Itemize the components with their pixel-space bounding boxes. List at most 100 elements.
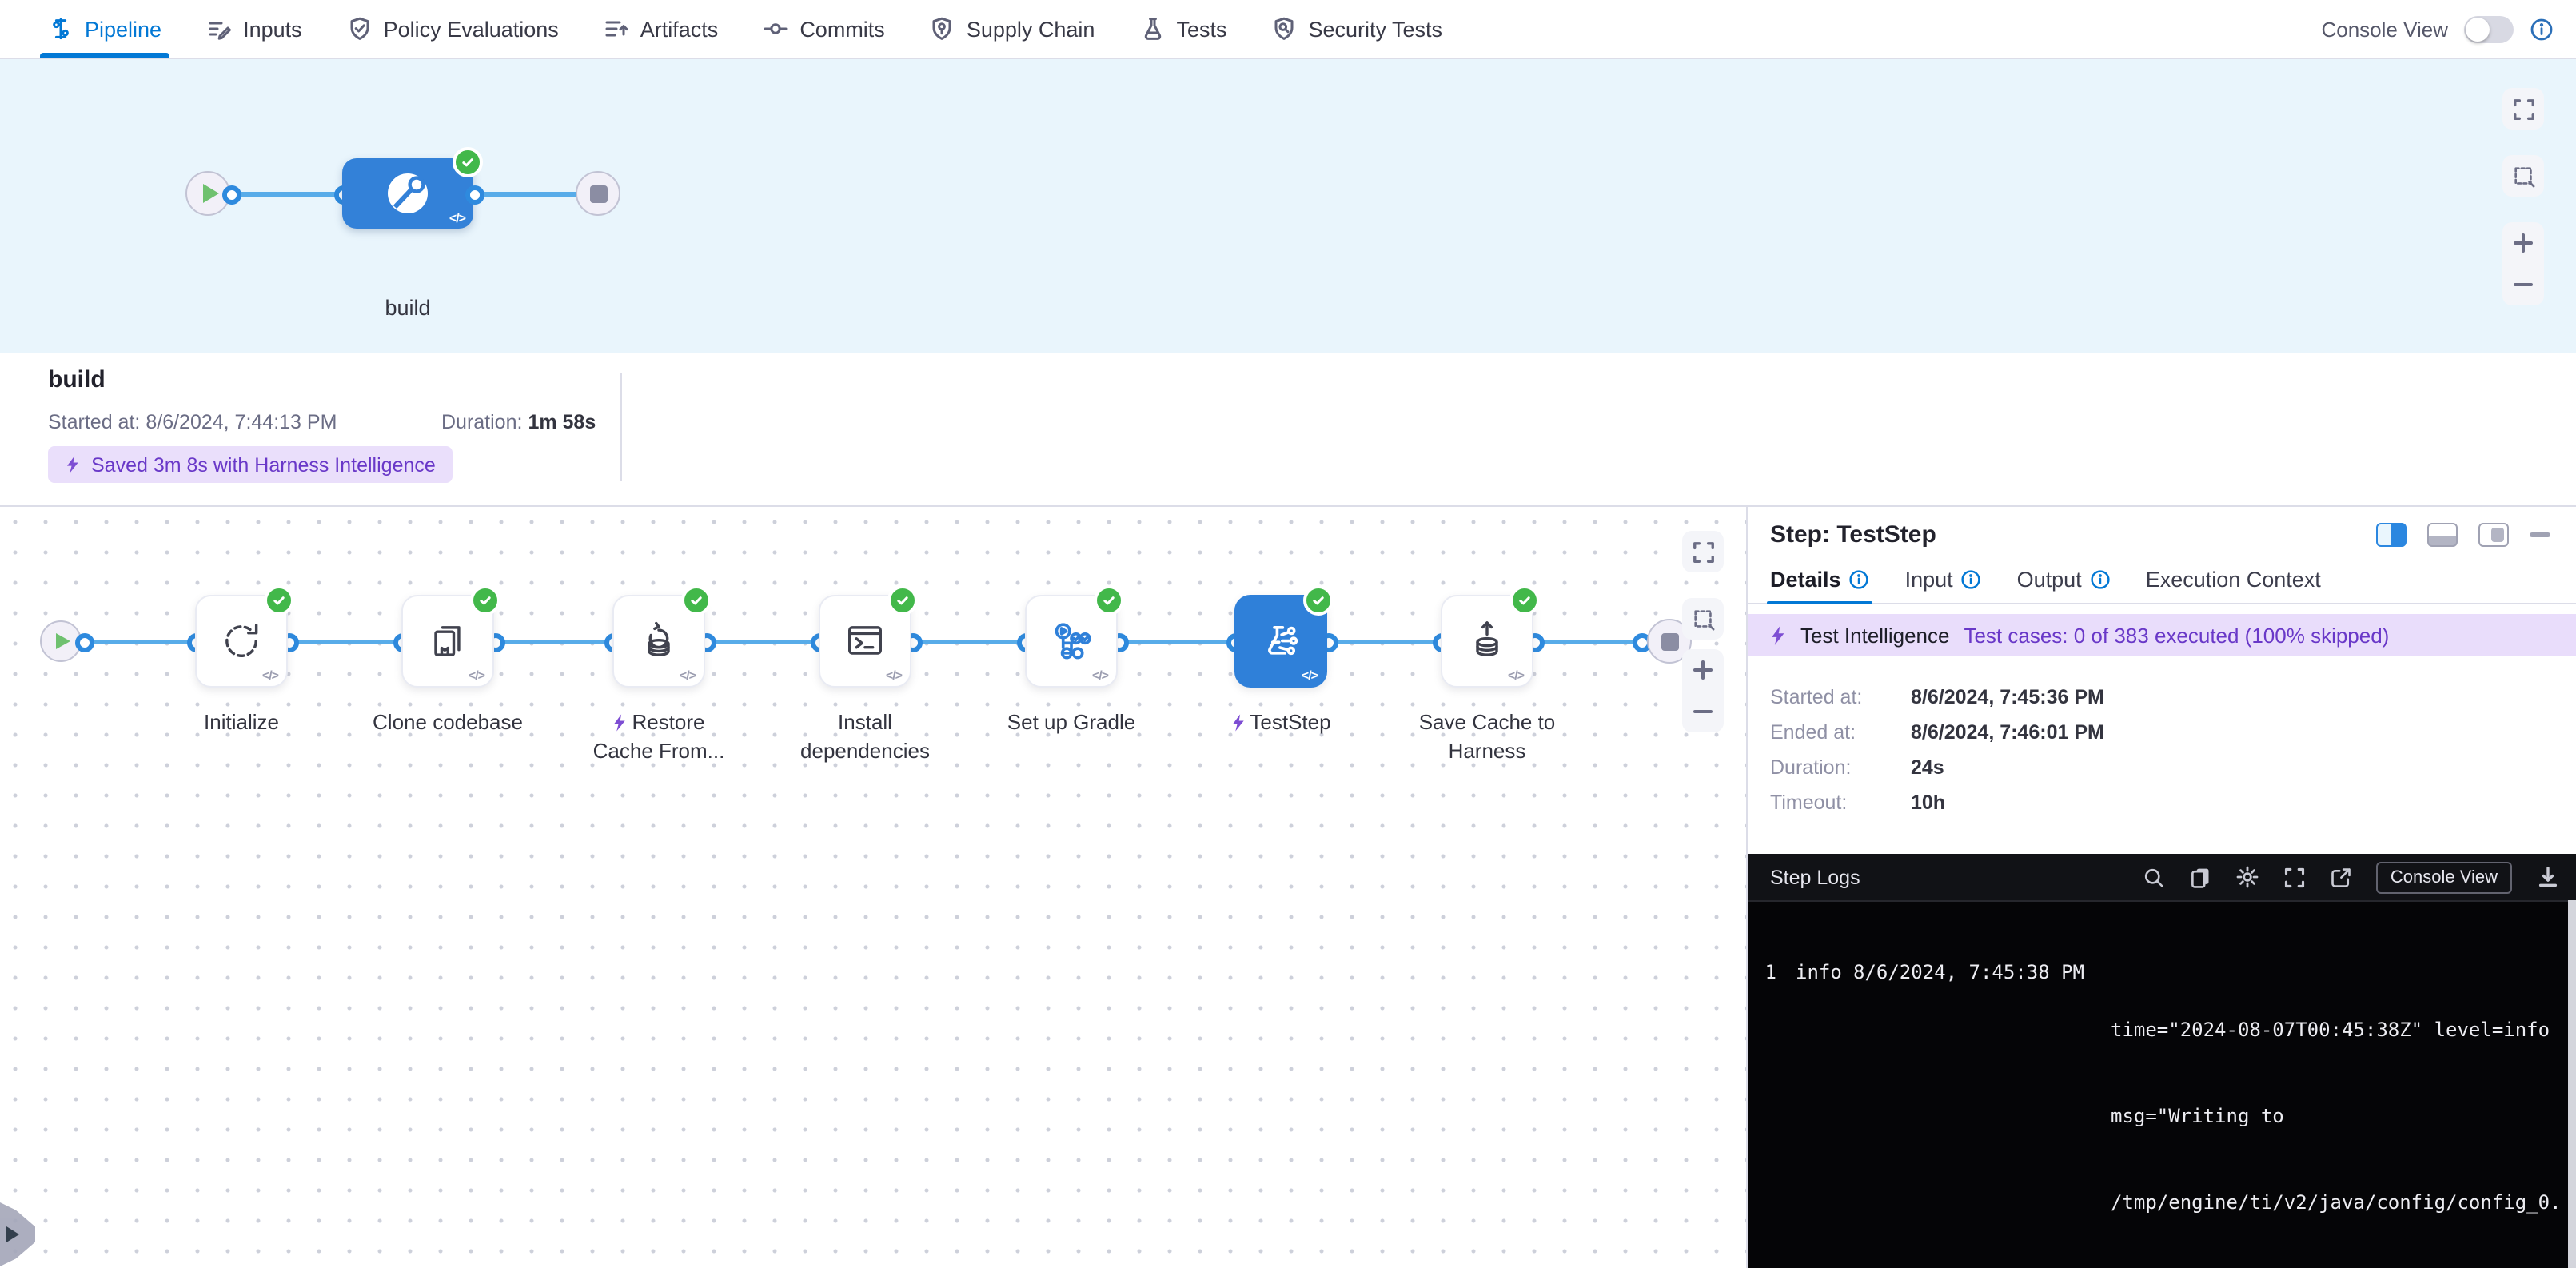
external-link-icon[interactable]: [2330, 866, 2352, 888]
step-details-panel: Step: TestStep Details Input: [1746, 507, 2576, 1268]
port: [74, 632, 94, 652]
port: [221, 185, 241, 204]
success-check-icon: [470, 585, 500, 616]
settings-icon[interactable]: [2235, 865, 2259, 889]
step-label: Clone codebase: [336, 708, 560, 737]
tab-output[interactable]: Output: [2017, 555, 2111, 603]
tab-supply-chain[interactable]: Supply Chain: [930, 0, 1095, 58]
minimize-icon[interactable]: [2530, 532, 2550, 537]
layout-floating-view-icon[interactable]: [2478, 523, 2509, 547]
tab-label: Tests: [1176, 17, 1226, 41]
step-node-initialize[interactable]: </>: [195, 595, 288, 688]
stage-title: build: [48, 366, 106, 393]
started-at: Started at: 8/6/2024, 7:44:13 PM: [48, 411, 337, 433]
lightning-icon: [66, 454, 80, 475]
layout-right-view-icon[interactable]: [2376, 523, 2407, 547]
lower-split: </> Initialize </> Clone codebase </>: [0, 505, 2576, 1268]
success-check-icon: [1509, 585, 1540, 616]
step-node-restore-cache[interactable]: </>: [612, 595, 705, 688]
screen: Pipeline Inputs Policy Evaluations Artif…: [0, 0, 2576, 1268]
tab-tests[interactable]: Tests: [1139, 0, 1226, 58]
step-logs-content[interactable]: 1 info 8/6/2024, 7:45:38 PM time="2024-0…: [1748, 900, 2568, 1268]
tab-pipeline[interactable]: Pipeline: [48, 0, 161, 58]
stage-label: build: [312, 296, 504, 320]
code-glyph: </>: [262, 668, 278, 683]
info-icon[interactable]: [2530, 17, 2554, 41]
selection-icon[interactable]: [1682, 598, 1724, 640]
stage-summary: build Started at: 8/6/2024, 7:44:13 PM D…: [0, 353, 2576, 505]
step-node-install-dependencies[interactable]: </>: [819, 595, 911, 688]
copy-icon[interactable]: [2189, 866, 2211, 888]
pipeline-icon: [48, 16, 74, 42]
stop-icon: [1661, 632, 1678, 650]
step-label: Initialize: [130, 708, 353, 737]
step-node-set-up-gradle[interactable]: </>: [1025, 595, 1118, 688]
fullscreen-icon[interactable]: [1682, 531, 1724, 572]
harness-intelligence-badge[interactable]: Saved 3m 8s with Harness Intelligence: [48, 446, 453, 483]
gradle-graph-icon: [1046, 616, 1097, 667]
commits-icon: [763, 16, 788, 42]
step-node-clone-codebase[interactable]: </>: [401, 595, 494, 688]
tab-policy-evaluations[interactable]: Policy Evaluations: [347, 0, 559, 58]
terminal-icon: [841, 617, 889, 665]
console-view-toggle[interactable]: [2464, 15, 2514, 42]
search-icon[interactable]: [2143, 866, 2165, 888]
info-icon[interactable]: [1961, 568, 1982, 589]
pipeline-end-node[interactable]: [576, 171, 620, 216]
log-scrollbar[interactable]: [2568, 900, 2576, 1268]
zoom-out-icon[interactable]: [1682, 691, 1724, 732]
code-glyph: </>: [449, 211, 465, 225]
tab-commits[interactable]: Commits: [763, 0, 885, 58]
download-icon[interactable]: [2536, 865, 2560, 889]
tab-inputs[interactable]: Inputs: [206, 0, 302, 58]
info-icon[interactable]: [1849, 568, 1870, 589]
step-graph-canvas: </> Initialize </> Clone codebase </>: [0, 507, 1746, 1268]
fullscreen-icon[interactable]: [2502, 88, 2544, 130]
tab-artifacts[interactable]: Artifacts: [604, 0, 719, 58]
stage-node-build[interactable]: </>: [342, 158, 473, 229]
zoom-out-icon[interactable]: [2502, 264, 2544, 305]
nav-tabs: Pipeline Inputs Policy Evaluations Artif…: [48, 0, 1442, 58]
step-logs-header: Step Logs Console View: [1748, 854, 2576, 902]
layout-bottom-view-icon[interactable]: [2427, 523, 2458, 547]
pipeline-execution-page: Pipeline Inputs Policy Evaluations Artif…: [0, 0, 2576, 1268]
zoom-in-icon[interactable]: [2502, 222, 2544, 264]
zoom-controls: [1682, 649, 1724, 732]
expand-arrow-icon: [6, 1226, 19, 1242]
console-view-label: Console View: [2321, 17, 2448, 41]
success-check-icon: [1303, 585, 1334, 616]
log-entry: 1 info 8/6/2024, 7:45:38 PM time="2024-0…: [1757, 958, 2568, 1268]
ti-test-cases: Test cases: 0 of 383 executed (100% skip…: [1964, 623, 2389, 647]
lightning-icon: [1770, 624, 1786, 645]
panel-header: Step: TestStep: [1748, 507, 2576, 548]
tab-label: Supply Chain: [967, 17, 1095, 41]
code-glyph: </>: [1508, 668, 1524, 683]
tab-security-tests[interactable]: Security Tests: [1271, 0, 1442, 58]
panel-tabs: Details Input Output Execution Context: [1748, 555, 2576, 604]
console-view-button[interactable]: Console View: [2376, 861, 2512, 893]
panel-title: Step: TestStep: [1770, 521, 1936, 548]
tab-label: Commits: [800, 17, 885, 41]
expand-icon[interactable]: [2283, 866, 2306, 888]
step-node-teststep[interactable]: </>: [1234, 595, 1327, 688]
zoom-in-icon[interactable]: [1682, 649, 1724, 691]
lightning-icon: [1230, 713, 1245, 732]
detail-row: Ended at: 8/6/2024, 7:46:01 PM: [1770, 723, 2554, 744]
step-logs-title: Step Logs: [1770, 866, 1860, 888]
code-glyph: </>: [680, 668, 696, 683]
stop-icon: [589, 185, 607, 202]
code-glyph: </>: [1302, 668, 1318, 683]
info-icon[interactable]: [2090, 568, 2111, 589]
log-line-number: 1: [1757, 958, 1776, 1268]
tab-execution-context[interactable]: Execution Context: [2146, 555, 2321, 603]
tab-input[interactable]: Input: [1905, 555, 1982, 603]
tab-label: Inputs: [243, 17, 302, 41]
toggle-knob: [2466, 17, 2490, 41]
divider: [620, 373, 622, 481]
step-node-save-cache[interactable]: </>: [1441, 595, 1533, 688]
selection-icon[interactable]: [2502, 155, 2544, 197]
tab-details[interactable]: Details: [1770, 555, 1870, 603]
artifacts-icon: [604, 16, 629, 42]
stage-graph-canvas: </> build: [0, 59, 2576, 353]
test-intelligence-banner: Test Intelligence Test cases: 0 of 383 e…: [1748, 614, 2576, 656]
